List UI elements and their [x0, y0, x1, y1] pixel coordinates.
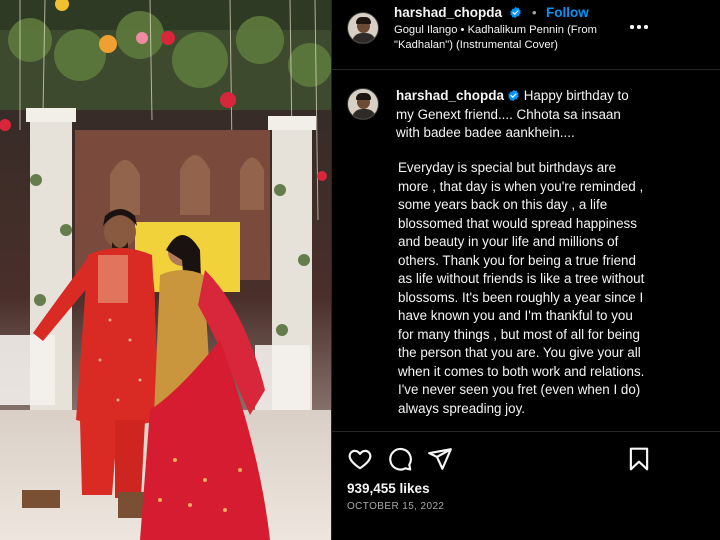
header-title-row: harshad_chopda • Follow: [394, 4, 589, 22]
likes-count[interactable]: 939,455 likes: [347, 481, 430, 496]
comment-icon[interactable]: [387, 446, 413, 472]
author-username[interactable]: harshad_chopda: [394, 5, 502, 20]
post-photo: [0, 0, 331, 540]
share-icon[interactable]: [427, 446, 453, 472]
audio-track-label[interactable]: Gogul Ilango • Kadhalikum Pennin (From "…: [394, 23, 649, 53]
heart-icon[interactable]: [347, 446, 373, 472]
post-details-panel: harshad_chopda • Follow Gogul Ilango • K…: [332, 0, 720, 540]
post-actions-bar: 939,455 likes OCTOBER 15, 2022: [332, 431, 720, 540]
verified-badge-icon: [510, 6, 522, 19]
more-options-icon[interactable]: [628, 18, 650, 34]
caption-avatar[interactable]: [347, 88, 379, 120]
post-media[interactable]: [0, 0, 331, 540]
caption-username[interactable]: harshad_chopda: [396, 88, 504, 103]
post-header: harshad_chopda • Follow Gogul Ilango • K…: [332, 0, 720, 70]
author-avatar[interactable]: [347, 12, 379, 44]
follow-button[interactable]: Follow: [546, 5, 589, 20]
caption-text-body: Everyday is special but birthdays are mo…: [398, 160, 649, 416]
separator-dot: •: [531, 5, 537, 20]
caption-section: harshad_chopda Happy birthday to my Gene…: [332, 71, 720, 431]
post-date: OCTOBER 15, 2022: [347, 501, 445, 512]
caption-first-line: harshad_chopda Happy birthday to my Gene…: [396, 87, 646, 143]
bookmark-icon[interactable]: [626, 446, 652, 472]
verified-badge-icon: [508, 89, 519, 102]
